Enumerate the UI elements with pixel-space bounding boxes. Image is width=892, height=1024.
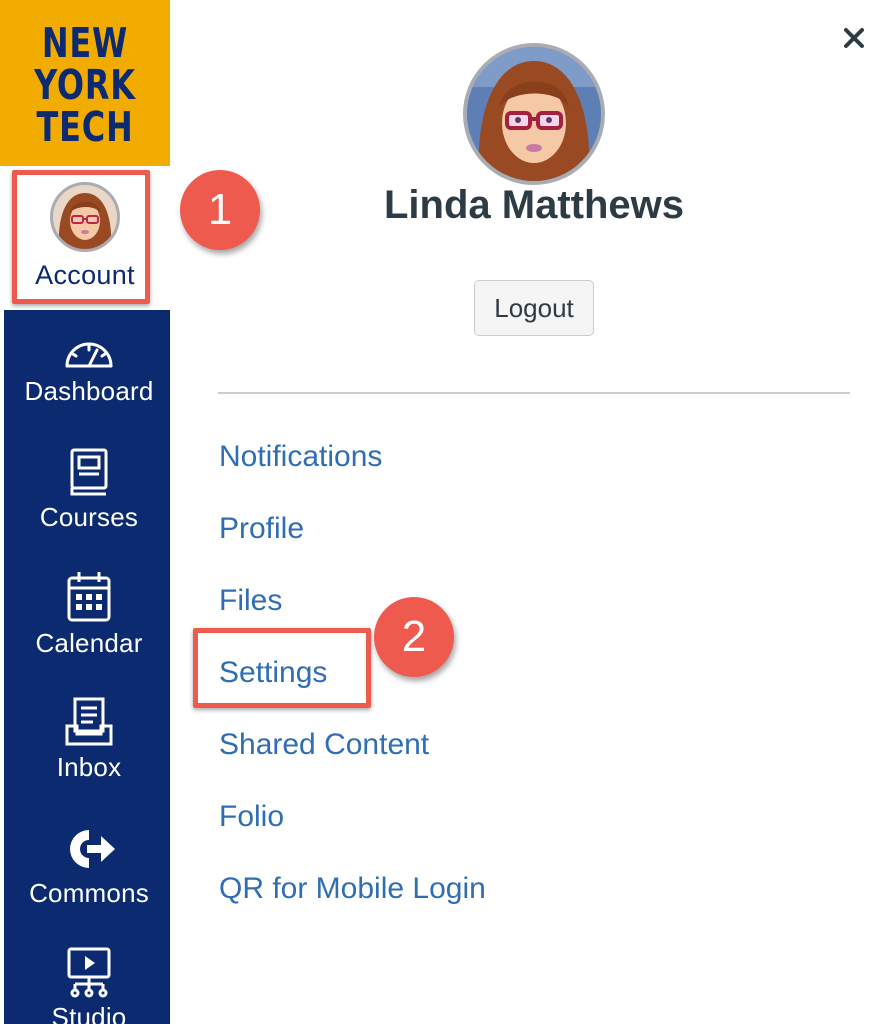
nav-label-dashboard: Dashboard — [24, 376, 154, 406]
nav-label-inbox: Inbox — [56, 752, 122, 782]
speedometer-icon — [61, 332, 117, 372]
profile-avatar — [463, 43, 605, 185]
highlight-box-settings — [193, 628, 371, 708]
logo-line-1: NEW — [41, 19, 129, 67]
nav-label-studio: Studio — [51, 1002, 127, 1024]
link-shared-content[interactable]: Shared Content — [219, 728, 429, 762]
close-icon — [843, 27, 865, 54]
link-profile[interactable]: Profile — [219, 512, 304, 546]
logo-line-3: TECH — [36, 103, 134, 151]
logo-line-2: YORK — [34, 61, 136, 109]
link-folio[interactable]: Folio — [219, 800, 284, 834]
link-notifications[interactable]: Notifications — [219, 440, 382, 474]
logo[interactable]: NEW YORK TECH — [0, 0, 170, 166]
link-files[interactable]: Files — [219, 584, 282, 618]
commons-icon — [61, 824, 117, 874]
nav-item-studio[interactable]: Studio — [4, 946, 174, 1024]
book-icon — [67, 446, 111, 498]
user-name: Linda Matthews — [383, 183, 685, 227]
nav-item-inbox[interactable]: Inbox — [4, 696, 174, 783]
nav-item-courses[interactable]: Courses — [4, 446, 174, 533]
inbox-icon — [63, 696, 115, 748]
divider — [218, 392, 850, 394]
step-badge-2: 2 — [374, 597, 454, 677]
nav-item-commons[interactable]: Commons — [4, 824, 174, 909]
close-button[interactable] — [836, 22, 872, 58]
calendar-icon — [65, 570, 113, 624]
nav-label-calendar: Calendar — [35, 628, 143, 658]
studio-icon — [63, 946, 115, 998]
nav-item-dashboard[interactable]: Dashboard — [4, 332, 174, 407]
logout-button[interactable]: Logout — [474, 280, 594, 336]
global-nav: Dashboard Courses Calendar Inbox Commons… — [0, 310, 170, 1024]
link-qr-mobile-login[interactable]: QR for Mobile Login — [219, 872, 486, 906]
step-badge-1: 1 — [180, 170, 260, 250]
nav-label-courses: Courses — [39, 502, 139, 532]
nav-label-commons: Commons — [29, 878, 149, 908]
nav-item-calendar[interactable]: Calendar — [4, 570, 174, 659]
highlight-box-account — [12, 170, 150, 304]
